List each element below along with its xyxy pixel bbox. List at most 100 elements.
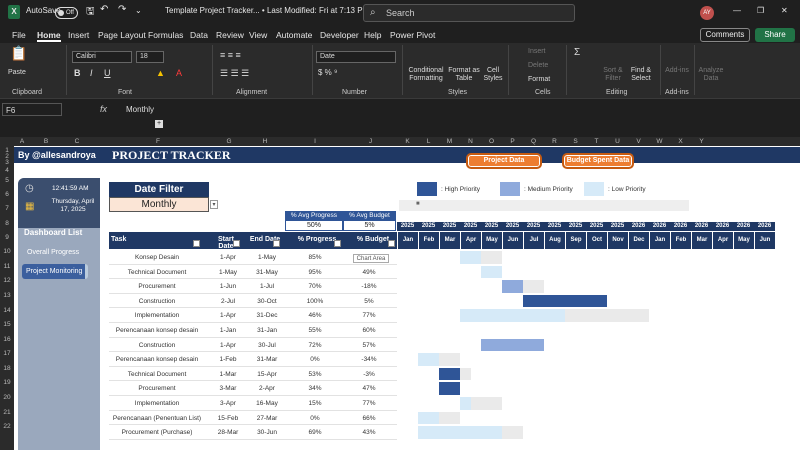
cell-styles-button[interactable]: Cell Styles [482, 67, 504, 83]
row-header[interactable]: 5 [0, 177, 14, 184]
row-header[interactable]: 9 [0, 234, 14, 241]
sort-filter-button[interactable]: Sort & Filter [600, 67, 626, 83]
format-cells-button[interactable]: Format [528, 76, 550, 84]
avatar[interactable]: AY [700, 6, 714, 20]
column-header-y[interactable]: Y [691, 138, 712, 145]
gantt-bar[interactable] [439, 411, 460, 425]
gantt-bar[interactable] [481, 265, 502, 279]
tab-home[interactable]: Home [37, 30, 61, 42]
row-header[interactable]: 19 [0, 379, 14, 386]
column-header-o[interactable]: O [481, 138, 502, 145]
column-header-p[interactable]: P [502, 138, 523, 145]
customize-qat-icon[interactable]: ⌄ [135, 6, 142, 15]
filter-dropdown-icon[interactable] [388, 240, 395, 247]
column-header-b[interactable]: B [30, 138, 62, 145]
column-header-r[interactable]: R [544, 138, 565, 145]
column-header-n[interactable]: N [460, 138, 481, 145]
find-select-button[interactable]: Find & Select [628, 67, 654, 83]
budget-spent-data-button[interactable]: Budget Spent Data [562, 153, 634, 169]
tab-insert[interactable]: Insert [68, 30, 89, 40]
align-top-icon[interactable]: ≡ ≡ ≡ [220, 51, 241, 60]
column-header-i[interactable]: I [286, 138, 344, 145]
tab-formulas[interactable]: Formulas [148, 30, 183, 40]
expand-group-icon[interactable]: + [155, 120, 163, 128]
column-header-v[interactable]: V [628, 138, 649, 145]
column-header-s[interactable]: S [565, 138, 586, 145]
row-header[interactable]: 21 [0, 409, 14, 416]
tab-file[interactable]: File [12, 30, 26, 40]
row-header[interactable]: 12 [0, 277, 14, 284]
gantt-bar[interactable] [418, 411, 439, 425]
gantt-bar[interactable] [439, 353, 460, 366]
row-header[interactable]: 7 [0, 205, 14, 212]
tab-power-pivot[interactable]: Power Pivot [390, 30, 435, 40]
column-header-g[interactable]: G [217, 138, 241, 145]
italic-button[interactable]: I [90, 69, 93, 78]
format-as-table-button[interactable]: Format as Table [448, 67, 480, 83]
row-header[interactable]: 18 [0, 365, 14, 372]
save-icon[interactable]: 🖫 [86, 4, 95, 21]
conditional-formatting-button[interactable]: Conditional Formatting [406, 67, 446, 83]
tab-page-layout[interactable]: Page Layout [98, 30, 146, 40]
worksheet[interactable]: By @allesandroya PROJECT TRACKER Project… [14, 146, 800, 450]
autosave-toggle[interactable]: Off [55, 7, 78, 19]
search-box[interactable]: ⌕ Search [363, 4, 575, 22]
delete-cells-button[interactable]: Delete [528, 62, 548, 70]
row-header[interactable]: 22 [0, 423, 14, 430]
formula-input[interactable]: Monthly [126, 105, 154, 114]
undo-icon[interactable]: ↶ [100, 4, 108, 15]
analyze-data-button[interactable]: Analyze Data [698, 67, 724, 83]
gantt-bar[interactable] [502, 280, 523, 293]
column-header-q[interactable]: Q [523, 138, 544, 145]
document-title[interactable]: Template Project Tracker... • Last Modif… [165, 6, 369, 15]
comments-button[interactable]: Comments [700, 28, 750, 42]
font-size-select[interactable]: 18 [136, 51, 164, 63]
date-filter-dropdown-icon[interactable]: ▾ [210, 200, 218, 209]
row-header[interactable]: 17 [0, 350, 14, 357]
column-header-t[interactable]: T [586, 138, 607, 145]
tab-data[interactable]: Data [190, 30, 208, 40]
gantt-bar[interactable] [439, 367, 460, 381]
row-header[interactable]: 14 [0, 307, 14, 314]
row-header[interactable]: 8 [0, 220, 14, 227]
row-header[interactable]: 13 [0, 292, 14, 299]
font-name-select[interactable]: Calibri [72, 51, 132, 63]
tab-review[interactable]: Review [216, 30, 244, 40]
scroll-handle-icon[interactable]: ■ [416, 201, 420, 207]
filter-dropdown-icon[interactable] [334, 240, 341, 247]
date-filter-select[interactable]: Monthly [109, 197, 209, 212]
gantt-bar[interactable] [502, 426, 523, 439]
minimize-icon[interactable]: — [733, 6, 741, 15]
row-header[interactable]: 16 [0, 336, 14, 343]
fx-icon[interactable]: fx [100, 104, 107, 114]
gantt-bar[interactable] [439, 382, 460, 395]
underline-button[interactable]: U [104, 69, 111, 78]
gantt-bar[interactable] [460, 367, 471, 381]
paste-button[interactable]: Paste [8, 69, 26, 77]
tab-automate[interactable]: Automate [276, 30, 312, 40]
bold-button[interactable]: B [74, 69, 81, 78]
row-header[interactable]: 15 [0, 321, 14, 328]
gantt-bar[interactable] [418, 426, 502, 439]
gantt-bar[interactable] [460, 397, 471, 410]
restore-icon[interactable]: ❐ [757, 6, 764, 15]
column-header-m[interactable]: M [439, 138, 460, 145]
column-header-l[interactable]: L [418, 138, 439, 145]
currency-icon[interactable]: $ % ⁹ [318, 69, 337, 77]
autosum-icon[interactable]: Σ [574, 48, 580, 58]
row-header[interactable]: 11 [0, 263, 14, 270]
gantt-bar[interactable] [481, 251, 502, 264]
gantt-bar[interactable] [565, 309, 649, 322]
tab-view[interactable]: View [249, 30, 267, 40]
column-header-w[interactable]: W [649, 138, 670, 145]
paste-icon[interactable]: 📋 [10, 46, 27, 60]
share-button[interactable]: Share [755, 28, 795, 42]
row-header[interactable]: 3 [0, 159, 14, 166]
gantt-bar[interactable] [481, 338, 544, 352]
column-header-u[interactable]: U [607, 138, 628, 145]
nav-overall-progress[interactable]: Overall Progress [27, 249, 79, 256]
column-header-h[interactable]: H [245, 138, 285, 145]
gantt-bar[interactable] [460, 251, 481, 264]
gantt-bar[interactable] [470, 397, 502, 410]
insert-cells-button[interactable]: Insert [528, 48, 546, 56]
